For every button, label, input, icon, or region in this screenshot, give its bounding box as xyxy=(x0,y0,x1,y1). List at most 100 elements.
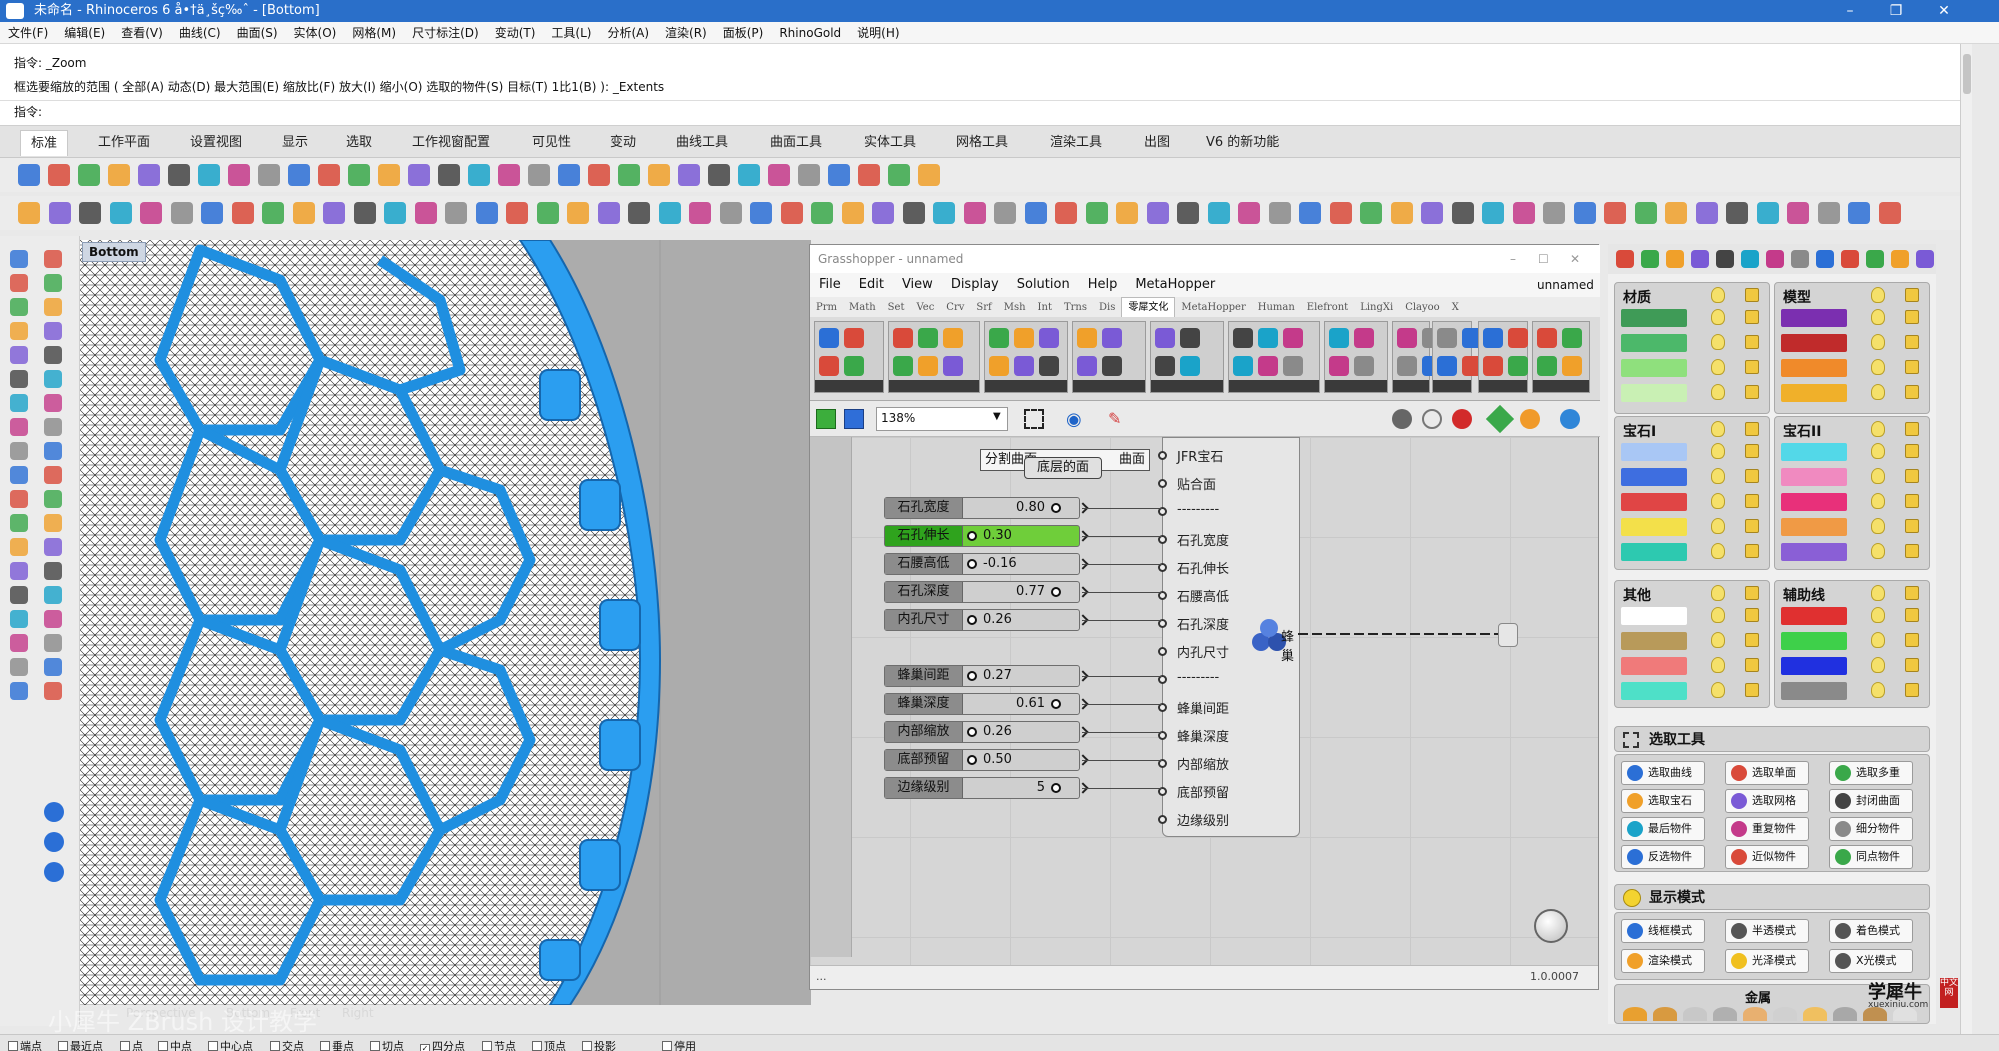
toolbar-tool-icon[interactable] xyxy=(1573,202,1596,224)
toolbar-tool-icon[interactable] xyxy=(536,202,559,224)
save-file-icon[interactable] xyxy=(844,409,864,429)
tab-standard[interactable]: 标准 xyxy=(20,130,69,156)
gh-canvas[interactable]: JFR宝石 贴合面 --------- 石孔宽度 石孔伸长 石腰高低 石孔深度 内孔尺寸 ---… xyxy=(810,437,1598,965)
toolbar-tool-icon[interactable] xyxy=(558,164,580,186)
lock-icon[interactable] xyxy=(1905,683,1919,697)
visibility-bulb-icon[interactable] xyxy=(1871,585,1885,601)
visibility-bulb-icon[interactable] xyxy=(1871,657,1885,673)
toolbar-tool-icon[interactable] xyxy=(288,164,310,186)
toolbar-tool-icon[interactable] xyxy=(1390,202,1413,224)
lock-icon[interactable] xyxy=(1745,288,1759,302)
slider-knob[interactable] xyxy=(967,727,977,737)
gh-component-icon[interactable] xyxy=(1537,356,1557,376)
gh-component-icon[interactable] xyxy=(989,356,1009,376)
toolbar-tool-icon[interactable] xyxy=(1085,202,1108,224)
gh-component-icon[interactable] xyxy=(1039,328,1059,348)
tab-render-tools[interactable]: 渲染工具 xyxy=(1040,130,1112,156)
gh-component-icon[interactable] xyxy=(1329,356,1349,376)
left-tool-icon[interactable] xyxy=(10,490,28,508)
select-tool-button[interactable]: 同点物件 xyxy=(1829,845,1913,869)
visibility-bulb-icon[interactable] xyxy=(1871,632,1885,648)
tab-surface-tools[interactable]: 曲面工具 xyxy=(760,130,832,156)
toolbar-tool-icon[interactable] xyxy=(170,202,193,224)
main-scrollbar[interactable] xyxy=(1960,44,1972,1034)
gh-component-icon[interactable] xyxy=(1014,356,1034,376)
left-tool-icon[interactable] xyxy=(44,394,62,412)
menu-rhinogold[interactable]: RhinoGold xyxy=(771,22,849,44)
toolbar-tool-icon[interactable] xyxy=(597,202,620,224)
gh-component-icon[interactable] xyxy=(844,328,864,348)
left-tool-icon[interactable] xyxy=(44,298,62,316)
slider-5[interactable]: 蜂巢间距 0.27 xyxy=(884,665,1089,687)
osnap-3[interactable]: 中点 xyxy=(158,1038,192,1051)
metal-swatch[interactable] xyxy=(1713,1007,1737,1021)
toolbar-tool-icon[interactable] xyxy=(567,202,589,224)
toolbar-tool-icon[interactable] xyxy=(262,202,284,224)
gh-component-icon[interactable] xyxy=(1354,356,1374,376)
toolbar-tool-icon[interactable] xyxy=(1421,202,1443,224)
slider-6[interactable]: 蜂巢深度 0.61 xyxy=(884,693,1089,715)
left-tool-icon[interactable] xyxy=(10,634,28,652)
material-swatch[interactable] xyxy=(1781,359,1847,377)
toolbar-tool-icon[interactable] xyxy=(201,202,223,224)
gh-component-icon[interactable] xyxy=(1180,328,1200,348)
viewport-label[interactable]: Bottom xyxy=(82,242,146,262)
select-tool-button[interactable]: 重复物件 xyxy=(1725,817,1809,841)
disable-icon[interactable] xyxy=(1422,409,1442,429)
gh-tab-0[interactable]: Prm xyxy=(810,298,843,318)
toolbar-tool-icon[interactable] xyxy=(994,202,1016,224)
gh-component-icon[interactable] xyxy=(819,356,839,376)
toolbar-tool-icon[interactable] xyxy=(48,164,70,186)
toolbar-tool-icon[interactable] xyxy=(1695,202,1718,224)
toolbar-tool-icon[interactable] xyxy=(738,164,760,186)
vp-tab-right[interactable]: Right xyxy=(342,1006,374,1020)
panel-tool-icon[interactable] xyxy=(1916,250,1934,268)
left-tool-icon[interactable] xyxy=(10,298,28,316)
visibility-bulb-icon[interactable] xyxy=(1711,359,1725,375)
shaded-preview-icon[interactable] xyxy=(1520,409,1540,429)
tab-viewport-layout[interactable]: 工作视窗配置 xyxy=(402,130,500,156)
toolbar-tool-icon[interactable] xyxy=(1177,202,1199,224)
toolbar-tool-icon[interactable] xyxy=(348,164,370,186)
osnap-checkbox[interactable] xyxy=(370,1041,380,1051)
menu-tools[interactable]: 工具(L) xyxy=(543,22,599,44)
visibility-bulb-icon[interactable] xyxy=(1871,359,1885,375)
gh-component-icon[interactable] xyxy=(1508,356,1528,376)
toolbar-tool-icon[interactable] xyxy=(292,202,315,224)
lock-icon[interactable] xyxy=(1745,633,1759,647)
material-swatch[interactable] xyxy=(1621,543,1687,561)
menu-help[interactable]: 说明(H) xyxy=(849,22,907,44)
left-tool-icon[interactable] xyxy=(44,442,62,460)
menu-mesh[interactable]: 网格(M) xyxy=(344,22,404,44)
toolbar-tool-icon[interactable] xyxy=(468,164,490,186)
toolbar-tool-icon[interactable] xyxy=(1756,202,1779,224)
left-tool-icon[interactable] xyxy=(44,562,62,580)
visibility-bulb-icon[interactable] xyxy=(1871,543,1885,559)
input-port[interactable] xyxy=(1158,647,1167,656)
panel-tool-icon[interactable] xyxy=(1766,250,1784,268)
slider-9[interactable]: 边缘级别 5 xyxy=(884,777,1089,799)
lock-icon[interactable] xyxy=(1905,469,1919,483)
toolbar-tool-icon[interactable] xyxy=(918,164,940,186)
toolbar-tool-icon[interactable] xyxy=(811,202,833,224)
gh-menu-solution[interactable]: Solution xyxy=(1008,273,1079,297)
visibility-bulb-icon[interactable] xyxy=(1871,421,1885,437)
gh-component-icon[interactable] xyxy=(1483,356,1503,376)
tab-v6-new[interactable]: V6 的新功能 xyxy=(1196,130,1289,156)
preview-mode-icon[interactable] xyxy=(1485,404,1515,434)
material-swatch[interactable] xyxy=(1781,309,1847,327)
slider-knob[interactable] xyxy=(1051,783,1061,793)
menu-analyze[interactable]: 分析(A) xyxy=(599,22,657,44)
left-tool-icon[interactable] xyxy=(10,682,28,700)
tab-display[interactable]: 显示 xyxy=(272,130,318,156)
gh-tab-9[interactable]: Dis xyxy=(1093,298,1121,318)
menu-edit[interactable]: 编辑(E) xyxy=(56,22,113,44)
toolbar-tool-icon[interactable] xyxy=(414,202,437,224)
toolbar-tool-icon[interactable] xyxy=(198,164,220,186)
toolbar-tool-icon[interactable] xyxy=(872,202,894,224)
material-swatch[interactable] xyxy=(1621,309,1687,327)
gh-component-icon[interactable] xyxy=(1258,356,1278,376)
menu-file[interactable]: 文件(F) xyxy=(0,22,56,44)
panel-tool-icon[interactable] xyxy=(1816,250,1834,268)
gh-component-icon[interactable] xyxy=(1180,356,1200,376)
